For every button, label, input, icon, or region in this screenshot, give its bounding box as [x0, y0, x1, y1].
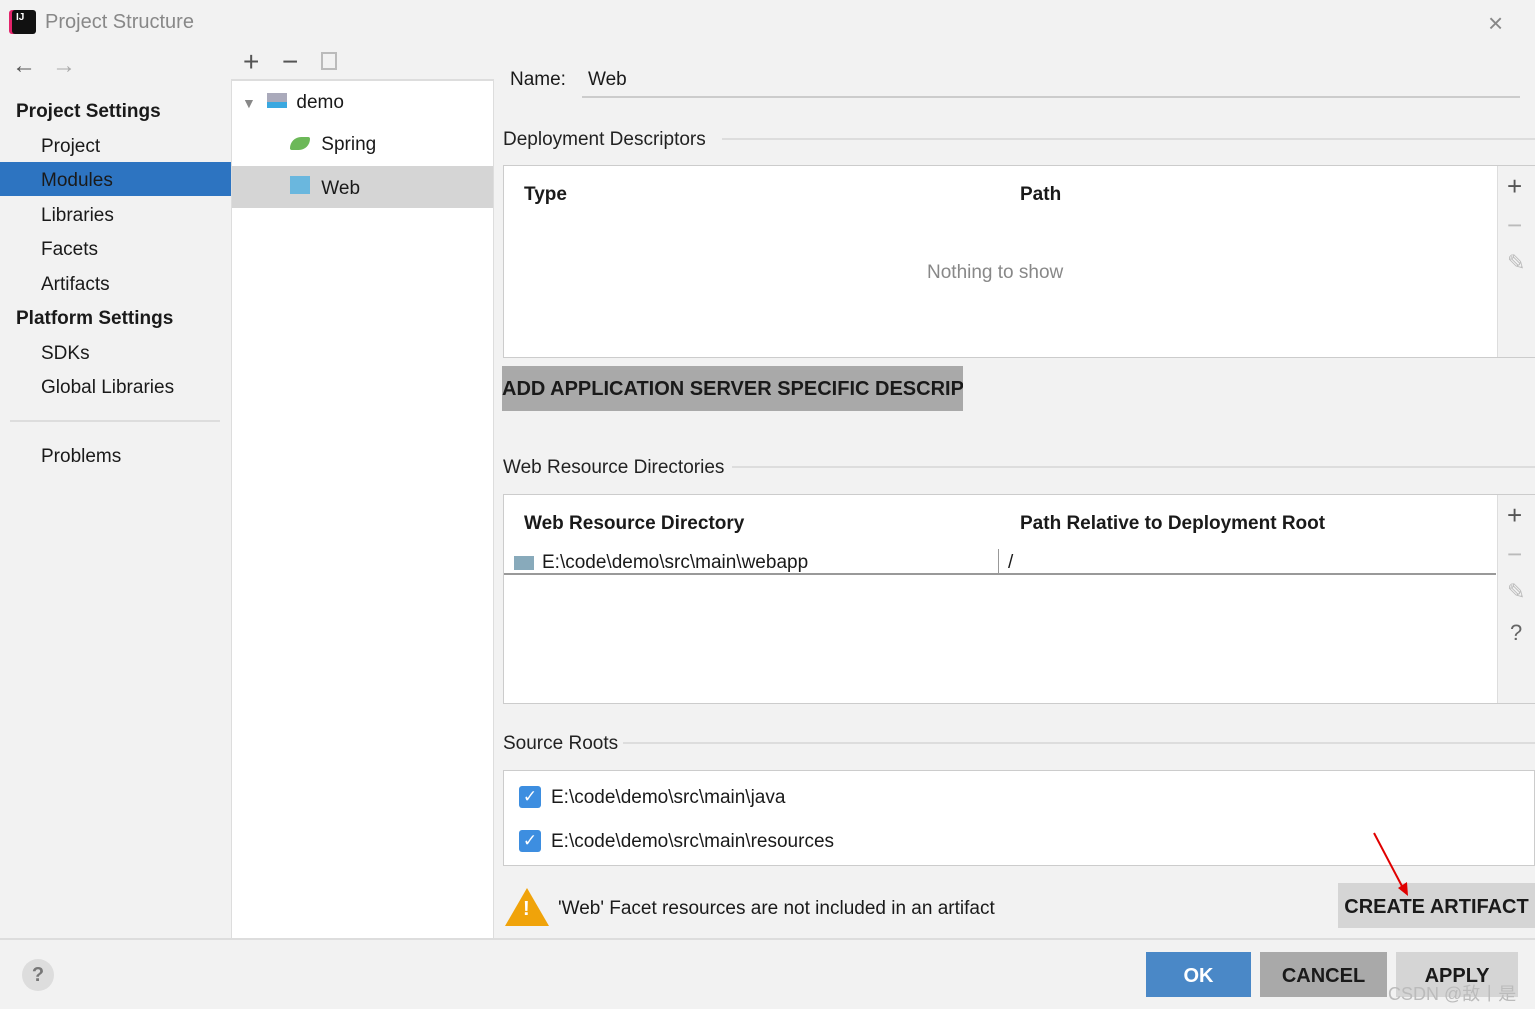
sidebar-item-global-libraries[interactable]: Global Libraries — [0, 369, 231, 403]
name-label: Name: — [510, 69, 566, 90]
warning-text: 'Web' Facet resources are not included i… — [558, 898, 995, 919]
help-button[interactable]: ? — [22, 959, 54, 991]
ok-button[interactable]: OK — [1146, 952, 1251, 997]
column-header-relative-path[interactable]: Path Relative to Deployment Root — [1020, 513, 1325, 535]
annotation-arrow — [1373, 832, 1408, 896]
create-artifact-button[interactable]: CREATE ARTIFACT — [1338, 883, 1535, 928]
help-icon[interactable]: ? — [1510, 620, 1522, 646]
tree-toolbar — [231, 44, 494, 81]
table-row[interactable]: E:\code\demo\src\main\webapp / — [504, 549, 1496, 575]
tree-item-label: Web — [321, 178, 361, 199]
sidebar-item-artifacts[interactable]: Artifacts — [0, 266, 231, 300]
remove-icon[interactable]: − — [1507, 539, 1522, 570]
forward-icon[interactable]: → — [52, 52, 76, 80]
divider — [732, 466, 1535, 468]
source-roots-title: Source Roots — [503, 733, 619, 754]
tree-item-spring[interactable]: Spring — [232, 124, 493, 166]
web-facet-icon — [290, 176, 310, 194]
spring-leaf-icon — [290, 137, 310, 150]
platform-settings-heading: Platform Settings — [16, 308, 174, 329]
copy-icon[interactable] — [321, 52, 337, 70]
directory-cell[interactable]: E:\code\demo\src\main\webapp — [542, 552, 808, 574]
divider — [998, 549, 999, 573]
close-icon[interactable]: × — [1488, 8, 1503, 39]
expand-arrow-icon[interactable]: ▼ — [242, 95, 256, 111]
sidebar-item-problems[interactable]: Problems — [0, 438, 231, 472]
tree-item-label: demo — [296, 92, 344, 113]
cancel-button[interactable]: CANCEL — [1260, 952, 1387, 997]
watermark: CSDN @敌丨是 — [1388, 984, 1517, 1004]
add-icon[interactable]: + — [1507, 500, 1522, 531]
web-resource-directories-title: Web Resource Directories — [503, 457, 725, 478]
divider — [722, 138, 1535, 140]
relative-path-cell[interactable]: / — [1008, 552, 1013, 574]
remove-icon[interactable]: − — [282, 46, 298, 78]
warning-icon-mark: ! — [523, 898, 530, 920]
source-root-path: E:\code\demo\src\main\resources — [551, 831, 835, 852]
column-header-directory[interactable]: Web Resource Directory — [524, 513, 744, 535]
tree-item-label: Spring — [321, 134, 377, 155]
source-root-checkbox[interactable]: ✓ — [519, 830, 541, 852]
sidebar-item-sdks[interactable]: SDKs — [0, 335, 231, 369]
deployment-descriptors-title: Deployment Descriptors — [503, 129, 706, 150]
add-icon[interactable]: + — [1507, 171, 1522, 202]
edit-pencil-icon[interactable]: ✎ — [1507, 250, 1525, 276]
sidebar-item-modules[interactable]: Modules — [0, 162, 231, 196]
window-title: Project Structure — [45, 11, 194, 33]
sidebar-item-facets[interactable]: Facets — [0, 231, 231, 265]
divider — [623, 742, 1535, 744]
divider — [10, 420, 220, 422]
tree-item-demo[interactable]: ▼ demo — [232, 82, 493, 124]
web-folder-icon — [514, 556, 534, 570]
sidebar-item-project[interactable]: Project — [0, 128, 231, 162]
source-root-checkbox[interactable]: ✓ — [519, 786, 541, 808]
edit-pencil-icon[interactable]: ✎ — [1507, 579, 1525, 605]
sidebar-item-libraries[interactable]: Libraries — [0, 197, 231, 231]
app-logo-icon: IJ — [12, 10, 36, 34]
column-header-path[interactable]: Path — [1020, 184, 1061, 206]
module-folder-icon — [267, 93, 288, 108]
column-header-type[interactable]: Type — [524, 184, 567, 206]
name-input[interactable]: Web — [582, 60, 1520, 98]
remove-icon[interactable]: − — [1507, 210, 1522, 241]
source-root-path: E:\code\demo\src\main\java — [551, 787, 786, 808]
divider — [0, 938, 1535, 940]
project-settings-heading: Project Settings — [16, 101, 161, 122]
add-server-descriptor-button[interactable]: ADD APPLICATION SERVER SPECIFIC DESCRIPT… — [502, 366, 963, 411]
back-icon[interactable]: ← — [12, 52, 36, 80]
tree-item-web[interactable]: Web — [232, 166, 493, 208]
empty-state-text: Nothing to show — [927, 262, 1064, 283]
add-icon[interactable]: + — [243, 46, 259, 78]
